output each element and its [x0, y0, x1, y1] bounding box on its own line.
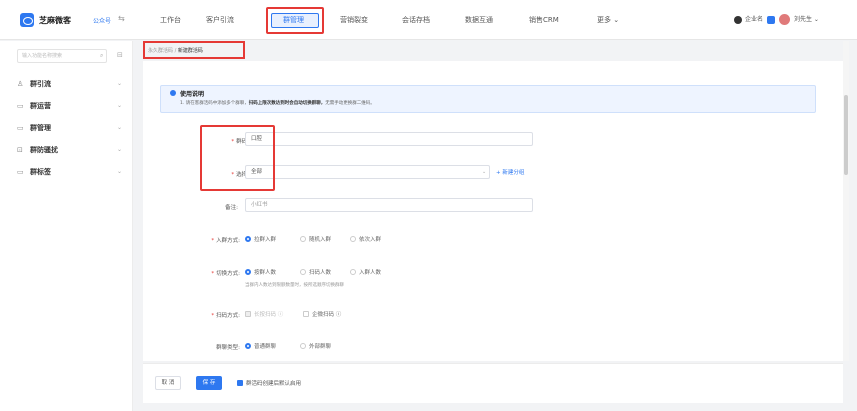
chevron-down-icon: ⌄ [117, 124, 123, 131]
chat-icon: ▭ [17, 102, 24, 110]
join-option-random[interactable]: 随机入群 [300, 235, 331, 243]
tip-title: 使用说明 [180, 91, 205, 98]
company-name: 企业名 [745, 16, 764, 23]
join-label: * 入群方式: [211, 238, 240, 244]
nav-data-sync[interactable]: 数据互通 [465, 0, 493, 40]
save-button[interactable]: 保 存 [196, 376, 222, 390]
nav-group-management[interactable]: 群管理 [283, 0, 304, 40]
sidebar-item-group-tags[interactable]: ▭ 群标签 ⌄ [17, 165, 127, 179]
usage-tip [160, 85, 816, 113]
people-icon: ♙ [17, 80, 24, 88]
nav-session-archive[interactable]: 会话存档 [402, 0, 430, 40]
nav-marketing-fission[interactable]: 营销裂变 [340, 0, 368, 40]
nav-sales-crm[interactable]: 销售CRM [529, 0, 559, 40]
collapse-icon[interactable]: ⊟ [117, 51, 123, 59]
join-option-sequential[interactable]: 依次入群 [350, 235, 381, 243]
avatar[interactable] [779, 14, 790, 25]
sidebar: 输入功能名称搜索 ⌕ ⊟ ♙ 群引流 ⌄ ▭ 群运营 ⌄ ▭ 群管理 ⌄ ⊡ 群… [0, 41, 133, 411]
new-group-link[interactable]: + 新建分组 [496, 168, 524, 176]
scan-label: * 扫码方式: [211, 313, 240, 319]
info-icon [170, 90, 176, 96]
sidebar-item-group-operation[interactable]: ▭ 群运营 ⌄ [17, 99, 127, 113]
scrollbar-track[interactable] [843, 41, 849, 361]
sidebar-item-anti-harassment[interactable]: ⊡ 群防骚扰 ⌄ [17, 143, 127, 157]
search-icon[interactable]: ⌕ [100, 52, 103, 60]
name-input[interactable]: 口腔 [245, 132, 533, 146]
chevron-down-icon: ⌄ [117, 146, 123, 153]
brand-name: 芝麻微客 [39, 16, 71, 25]
chevron-down-icon: ⌄ [482, 169, 487, 175]
sidebar-item-group-leads[interactable]: ♙ 群引流 ⌄ [17, 77, 127, 91]
scrollbar-thumb[interactable] [844, 95, 848, 175]
switch-hint: 当群内人数达到限额数量时，按所选顺序切换群聊 [245, 283, 344, 288]
switch-option-scan-count[interactable]: 扫码人数 [300, 268, 331, 276]
remark-input[interactable]: 小红书 [245, 198, 533, 212]
shield-icon: ⊡ [17, 146, 23, 154]
sidebar-item-group-management[interactable]: ▭ 群管理 ⌄ [17, 121, 127, 135]
tip-text: 1. 请在客群活码中添加多个群聊，扫码上限次数达到时会自动切换群聊，无需手动更换… [180, 101, 375, 106]
tag-icon: ▭ [17, 168, 24, 176]
default-enable-checkbox[interactable]: 群活码创建后默认启用 [237, 379, 301, 387]
join-option-pull[interactable]: 拉群入群 [245, 235, 276, 243]
group-select[interactable]: 全部 [245, 165, 490, 179]
type-option-normal[interactable]: 普通群聊 [245, 342, 276, 350]
switch-icon[interactable]: ⇆ [118, 14, 125, 23]
remark-label: 备注: [225, 205, 238, 211]
enterprise-badge-icon [767, 16, 775, 24]
nav-customer-leads[interactable]: 客户引流 [206, 0, 234, 40]
switch-option-join-count[interactable]: 入群人数 [350, 268, 381, 276]
nav-workbench[interactable]: 工作台 [160, 0, 181, 40]
notification-icon[interactable] [734, 16, 742, 24]
chevron-down-icon: ⌄ [117, 80, 123, 87]
nav-more[interactable]: 更多 ⌄ [597, 0, 619, 40]
scan-option-longpress: 长按扫码 ⓘ [245, 310, 283, 318]
form-fields-annotation [200, 125, 275, 191]
switch-option-member-count[interactable]: 按群人数 [245, 268, 276, 276]
cancel-button[interactable]: 取 消 [155, 376, 181, 390]
chevron-down-icon: ⌄ [117, 102, 123, 109]
type-option-external[interactable]: 外部群聊 [300, 342, 331, 350]
official-account-link[interactable]: 公众号 [93, 16, 111, 25]
scan-option-wecom[interactable]: 企微扫码 ⓘ [303, 310, 341, 318]
logo-icon [20, 13, 34, 27]
breadcrumb-annotation [143, 41, 245, 59]
search-input[interactable]: 输入功能名称搜索 [17, 49, 107, 63]
chevron-down-icon: ⌄ [117, 168, 123, 175]
type-label: 群聊类型: [216, 345, 240, 351]
account-name[interactable]: 刘先生 ⌄ [794, 0, 819, 40]
switch-label: * 切换方式: [211, 271, 240, 277]
chat-icon: ▭ [17, 124, 24, 132]
